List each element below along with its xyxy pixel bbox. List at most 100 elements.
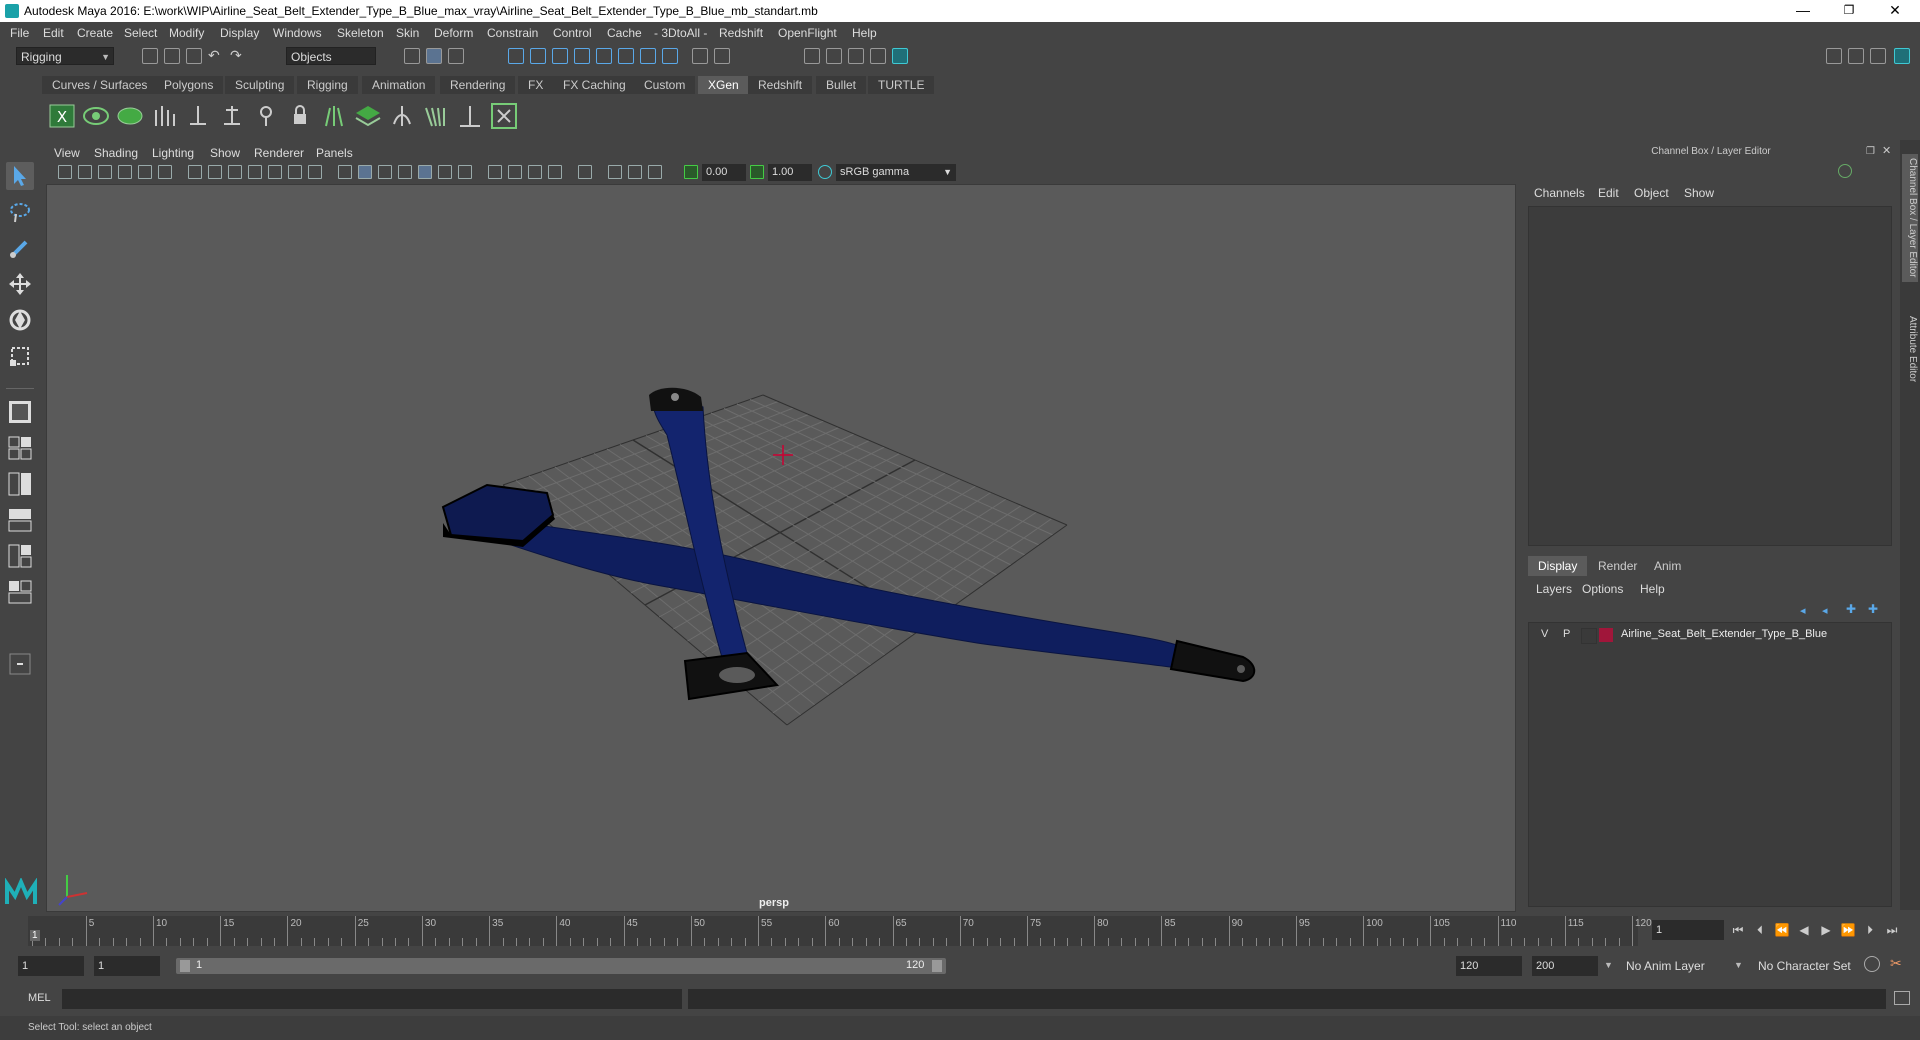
outliner-toggle-icon[interactable] xyxy=(1848,48,1864,64)
scale-tool-icon[interactable] xyxy=(6,342,34,370)
hypershade-icon[interactable] xyxy=(892,48,908,64)
layer-name[interactable]: Airline_Seat_Belt_Extender_Type_B_Blue xyxy=(1621,628,1827,640)
shadows-icon[interactable] xyxy=(458,165,472,179)
layer-tab-anim[interactable]: Anim xyxy=(1644,556,1691,576)
xgen-cut-icon[interactable] xyxy=(456,102,484,130)
default-material-icon[interactable] xyxy=(378,165,392,179)
time-slider[interactable]: 5 10 15 20 25 30 35 40 45 50 55 60 65 70 75 80 85 90 95 100… xyxy=(0,912,1920,948)
color-management-icon[interactable] xyxy=(818,165,832,179)
menu-set-dropdown[interactable]: Rigging ▼ xyxy=(16,47,114,65)
close-panel-icon[interactable]: ✕ xyxy=(1882,144,1891,157)
snap-grid-icon[interactable] xyxy=(508,48,524,64)
anti-aliasing-icon[interactable] xyxy=(528,165,542,179)
layer-menu-layers[interactable]: Layers xyxy=(1536,582,1572,596)
save-scene-icon[interactable] xyxy=(186,48,202,64)
shelf-tab-rigging[interactable]: Rigging xyxy=(297,76,358,94)
camera-attributes-icon[interactable] xyxy=(78,165,92,179)
playback-end-field[interactable]: 120 xyxy=(1456,956,1522,976)
layer-visibility-toggle[interactable]: V xyxy=(1541,628,1548,640)
menu-create[interactable]: Create xyxy=(77,26,113,40)
menu-windows[interactable]: Windows xyxy=(273,26,322,40)
animation-preferences-icon[interactable]: ✂ xyxy=(1890,955,1902,972)
go-to-start-icon[interactable]: ⏮ xyxy=(1730,922,1746,938)
layer-row[interactable]: V P Airline_Seat_Belt_Extender_Type_B_Bl… xyxy=(1529,625,1891,645)
menu-modify[interactable]: Modify xyxy=(169,26,204,40)
side-tab-channel-box[interactable]: Channel Box / Layer Editor xyxy=(1902,154,1918,282)
grease-pencil-icon[interactable] xyxy=(158,165,172,179)
scene-3d-view[interactable] xyxy=(47,185,1515,911)
select-object-icon[interactable] xyxy=(426,48,442,64)
channel-menu-object[interactable]: Object xyxy=(1634,186,1669,200)
xgen-flip-icon[interactable] xyxy=(252,102,280,130)
range-slider[interactable]: 1 120 xyxy=(176,958,946,974)
layer-color-swatch[interactable] xyxy=(1599,628,1613,642)
lasso-tool-icon[interactable] xyxy=(6,198,34,226)
script-editor-icon[interactable] xyxy=(1894,991,1910,1005)
gamma-field[interactable]: 1.00 xyxy=(768,164,812,181)
motion-blur-icon[interactable] xyxy=(508,165,522,179)
command-input[interactable] xyxy=(62,989,682,1009)
viewport-menu-view[interactable]: View xyxy=(54,146,80,160)
step-back-key-icon[interactable]: ⏪ xyxy=(1774,922,1790,938)
menu-skin[interactable]: Skin xyxy=(396,26,419,40)
persp-outliner-layout-icon[interactable] xyxy=(6,542,34,570)
xgen-guide-grass-icon[interactable] xyxy=(320,102,348,130)
shelf-tab-fx-caching[interactable]: FX Caching xyxy=(553,76,636,94)
move-layer-down-icon[interactable]: ◂ xyxy=(1822,604,1834,617)
shelf-tab-xgen[interactable]: XGen xyxy=(698,76,749,94)
command-language-label[interactable]: MEL xyxy=(28,992,51,1004)
auto-key-icon[interactable] xyxy=(1864,956,1880,972)
render-settings-icon[interactable] xyxy=(870,48,886,64)
layout-options-icon[interactable] xyxy=(6,650,34,678)
channel-menu-show[interactable]: Show xyxy=(1684,186,1714,200)
xray-components-icon[interactable] xyxy=(648,165,662,179)
undo-icon[interactable]: ↶ xyxy=(208,48,224,64)
playback-start-field[interactable]: 1 xyxy=(94,956,160,976)
character-set-dropdown[interactable]: No Character Set xyxy=(1754,957,1866,975)
exposure-field[interactable]: 0.00 xyxy=(702,164,746,181)
menu-cache[interactable]: Cache xyxy=(607,26,642,40)
go-to-end-icon[interactable]: ⏭ xyxy=(1884,922,1900,938)
safe-action-icon[interactable] xyxy=(288,165,302,179)
range-start-handle[interactable] xyxy=(180,960,190,972)
minimize-button[interactable]: — xyxy=(1780,0,1826,22)
shelf-tab-curves-surfaces[interactable]: Curves / Surfaces xyxy=(42,76,158,94)
xgen-place-guide-icon[interactable] xyxy=(150,102,178,130)
bookmark-icon[interactable] xyxy=(98,165,112,179)
use-all-lights-icon[interactable] xyxy=(438,165,452,179)
snap-view-plane-icon[interactable] xyxy=(574,48,590,64)
xray-joints-icon[interactable] xyxy=(628,165,642,179)
gate-mask-icon[interactable] xyxy=(248,165,262,179)
menu-3dtoall[interactable]: - 3DtoAll - xyxy=(654,26,707,40)
channel-menu-channels[interactable]: Channels xyxy=(1534,186,1585,200)
snap-curve-icon[interactable] xyxy=(530,48,546,64)
animation-start-field[interactable]: 1 xyxy=(18,956,84,976)
grid-toggle-icon[interactable] xyxy=(188,165,202,179)
range-end-handle[interactable] xyxy=(932,960,942,972)
shelf-tab-rendering[interactable]: Rendering xyxy=(440,76,516,94)
viewport-menu-shading[interactable]: Shading xyxy=(94,146,138,160)
select-camera-icon[interactable] xyxy=(58,165,72,179)
side-tab-attribute-editor[interactable]: Attribute Editor xyxy=(1902,316,1918,382)
isolate-select-icon[interactable] xyxy=(578,165,592,179)
gamma-icon[interactable] xyxy=(750,165,764,179)
outliner-layout-icon[interactable] xyxy=(6,578,34,606)
rotate-tool-icon[interactable] xyxy=(6,306,34,334)
open-scene-icon[interactable] xyxy=(164,48,180,64)
two-view-layout-icon[interactable] xyxy=(6,470,34,498)
xgen-sculpt-guide-icon[interactable] xyxy=(218,102,246,130)
layer-tab-render[interactable]: Render xyxy=(1588,556,1647,576)
channel-box-area[interactable] xyxy=(1528,206,1892,546)
menu-redshift[interactable]: Redshift xyxy=(719,26,763,40)
xgen-create-description-icon[interactable] xyxy=(116,102,144,130)
menu-openflight[interactable]: OpenFlight xyxy=(778,26,837,40)
xgen-groom-selected-icon[interactable] xyxy=(490,102,518,130)
workspace-icon[interactable] xyxy=(1826,48,1842,64)
seat-belt-model[interactable] xyxy=(441,387,1256,701)
current-frame-field[interactable]: 1 xyxy=(1652,920,1724,940)
menu-edit[interactable]: Edit xyxy=(43,26,64,40)
time-ruler[interactable]: 5 10 15 20 25 30 35 40 45 50 55 60 65 70 75 80 85 90 95 100… xyxy=(28,916,1652,946)
anim-layer-dropdown[interactable]: No Anim Layer xyxy=(1622,957,1740,975)
screen-space-ao-icon[interactable] xyxy=(488,165,502,179)
shelf-tab-redshift[interactable]: Redshift xyxy=(748,76,813,94)
